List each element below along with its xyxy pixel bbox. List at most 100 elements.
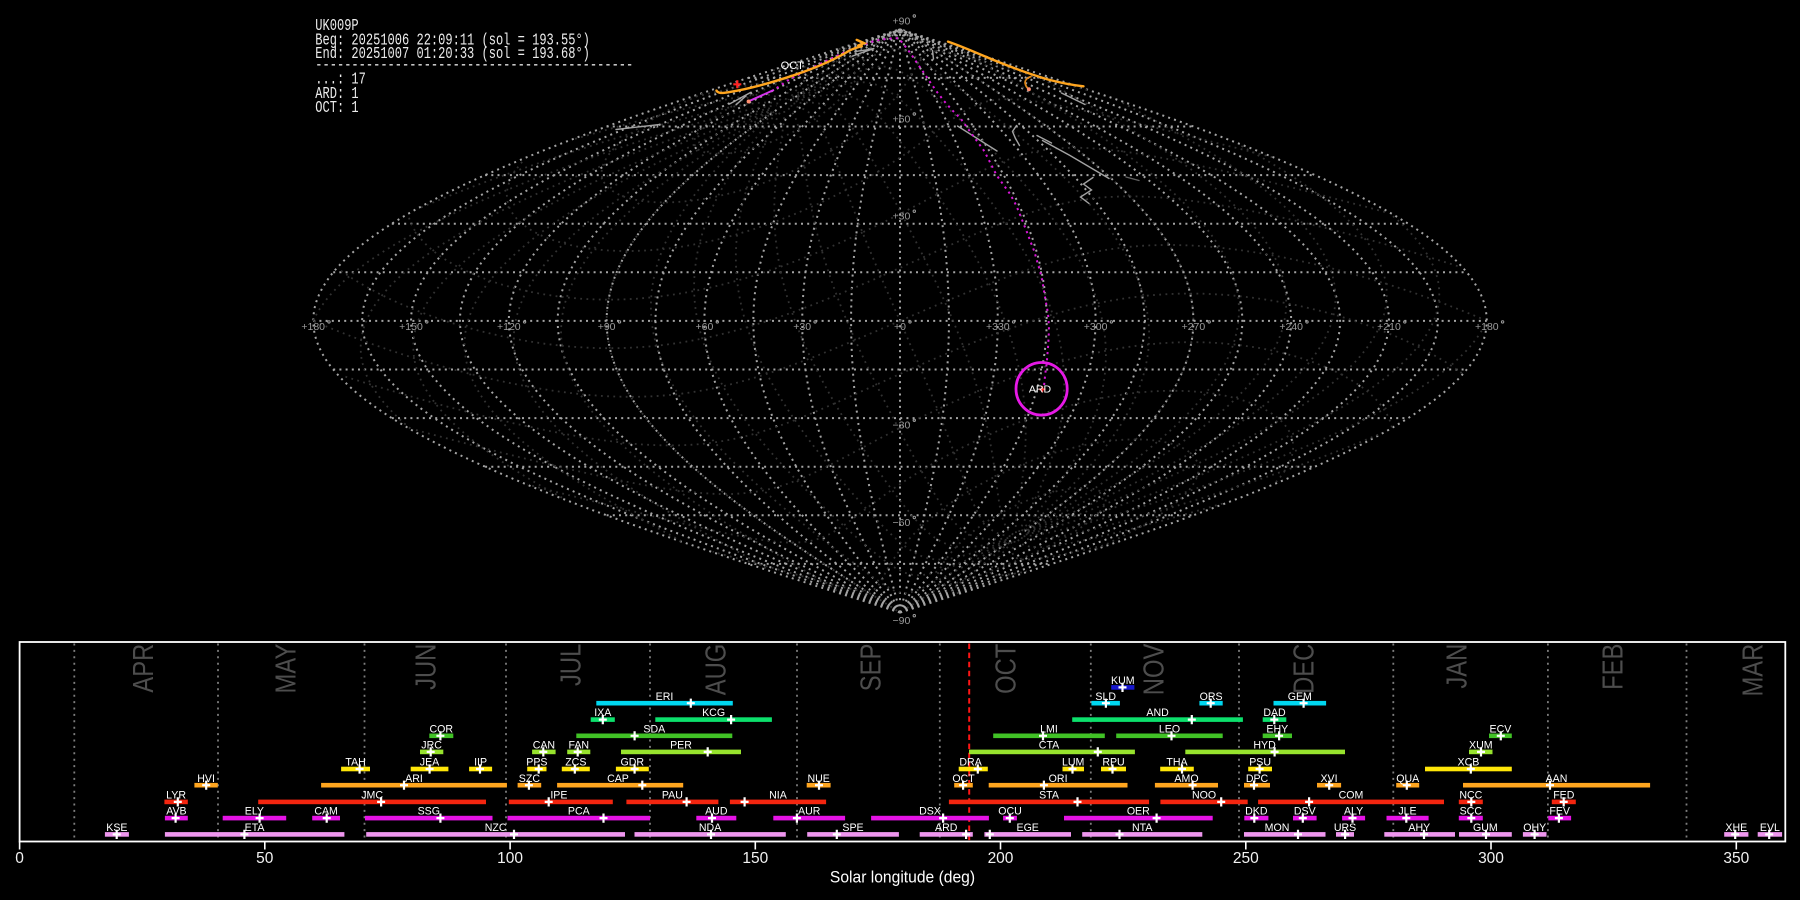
svg-text:NDA: NDA [699,822,722,834]
svg-text:TAH: TAH [345,757,365,769]
svg-text:KCG: KCG [702,707,725,719]
svg-text:100: 100 [497,850,523,867]
svg-text:NOV: NOV [1137,643,1170,695]
svg-text:FEV: FEV [1549,806,1571,818]
svg-text:GUM: GUM [1473,822,1498,834]
svg-text:+210: +210 [1377,321,1401,333]
svg-text:CTA: CTA [1039,740,1060,752]
svg-text:0: 0 [15,850,24,867]
svg-text:DEC: DEC [1287,644,1320,694]
svg-text:PSU: PSU [1249,757,1271,769]
svg-text:NUE: NUE [808,773,830,785]
svg-text:350: 350 [1723,850,1749,867]
svg-text:+330: +330 [986,321,1010,333]
svg-text:SCC: SCC [1460,806,1483,818]
svg-text:ZCS: ZCS [565,757,586,769]
svg-text:300: 300 [1478,850,1504,867]
svg-text:Solar longitude (deg): Solar longitude (deg) [830,868,975,887]
svg-text:URS: URS [1334,822,1356,834]
svg-text:ETA: ETA [245,822,266,834]
svg-text:200: 200 [988,850,1014,867]
svg-text:PER: PER [670,740,692,752]
svg-text:FEB: FEB [1596,644,1629,690]
svg-text:OCT: 1: OCT: 1 [315,99,358,117]
svg-text:NTA: NTA [1132,822,1153,834]
svg-text:+120: +120 [497,321,521,333]
svg-text:PCA: PCA [568,806,591,818]
svg-text:PPS: PPS [526,757,547,769]
svg-text:JEA: JEA [420,757,440,769]
svg-text:JUN: JUN [409,644,442,690]
svg-text:IXA: IXA [594,707,612,719]
svg-text:OCT: OCT [781,60,805,72]
svg-text:CAN: CAN [533,740,555,752]
svg-text:250: 250 [1233,850,1259,867]
svg-text:XCB: XCB [1458,757,1480,769]
svg-text:HYD: HYD [1253,740,1276,752]
svg-text:NIA: NIA [769,790,788,802]
svg-text:MON: MON [1265,822,1290,834]
svg-text:+90: +90 [598,321,616,333]
svg-text:AHY: AHY [1408,822,1430,834]
svg-text:SSG: SSG [418,806,440,818]
svg-text:SEP: SEP [854,644,887,692]
svg-text:IPE: IPE [550,790,567,802]
svg-text:−90: −90 [893,615,911,627]
svg-text:LYR: LYR [166,790,186,802]
svg-text:HVI: HVI [197,773,215,785]
svg-text:EGE: EGE [1017,822,1039,834]
svg-text:KUM: KUM [1111,675,1135,687]
svg-text:ALY: ALY [1344,806,1363,818]
svg-text:+30: +30 [793,321,811,333]
svg-text:THA: THA [1166,757,1188,769]
svg-text:IIP: IIP [474,757,487,769]
svg-text:−60: −60 [893,517,911,529]
svg-text:OCT: OCT [989,644,1022,694]
svg-text:SPE: SPE [842,822,863,834]
svg-text:STA: STA [1039,790,1060,802]
svg-text:SDA: SDA [643,723,666,735]
svg-text:AAN: AAN [1546,773,1568,785]
svg-text:OCU: OCU [998,806,1022,818]
svg-text:+60: +60 [695,321,713,333]
svg-text:LMI: LMI [1040,723,1058,735]
svg-text:XVI: XVI [1320,773,1337,785]
svg-text:FED: FED [1553,790,1575,802]
svg-text:MAR: MAR [1736,644,1769,697]
svg-text:+30: +30 [893,211,911,223]
svg-text:LEO: LEO [1159,723,1180,735]
svg-text:DPC: DPC [1246,773,1269,785]
svg-text:SZC: SZC [519,773,541,785]
svg-text:RPU: RPU [1102,757,1124,769]
svg-text:ECV: ECV [1490,723,1513,735]
svg-text:GDR: GDR [621,757,645,769]
svg-text:+180: +180 [1475,321,1499,333]
svg-text:DSX: DSX [919,806,941,818]
svg-text:ERI: ERI [656,691,674,703]
svg-text:−30: −30 [893,420,911,432]
svg-text:AMO: AMO [1174,773,1198,785]
svg-text:COM: COM [1339,790,1364,802]
svg-text:+60: +60 [893,113,911,125]
svg-text:KSE: KSE [106,822,127,834]
svg-text:AVB: AVB [166,806,186,818]
svg-text:APR: APR [127,644,160,693]
svg-text:ELY: ELY [245,806,264,818]
svg-text:+180: +180 [301,321,325,333]
svg-text:AND: AND [1146,707,1169,719]
svg-text:NCC: NCC [1459,790,1482,802]
svg-text:ARD: ARD [935,822,958,834]
svg-text:ORI: ORI [1049,773,1068,785]
svg-text:AUR: AUR [798,806,821,818]
svg-text:AUD: AUD [705,806,728,818]
svg-text:LUM: LUM [1062,757,1084,769]
svg-text:JAN: JAN [1440,644,1473,689]
svg-text:JRC: JRC [421,740,442,752]
svg-text:DSV: DSV [1294,806,1317,818]
svg-text:CAP: CAP [607,773,629,785]
svg-text:ORS: ORS [1200,691,1223,703]
svg-text:MAY: MAY [269,643,302,693]
svg-text:ARD: ARD [1029,383,1052,395]
svg-text:50: 50 [256,850,274,867]
svg-text:JLE: JLE [1398,806,1416,818]
